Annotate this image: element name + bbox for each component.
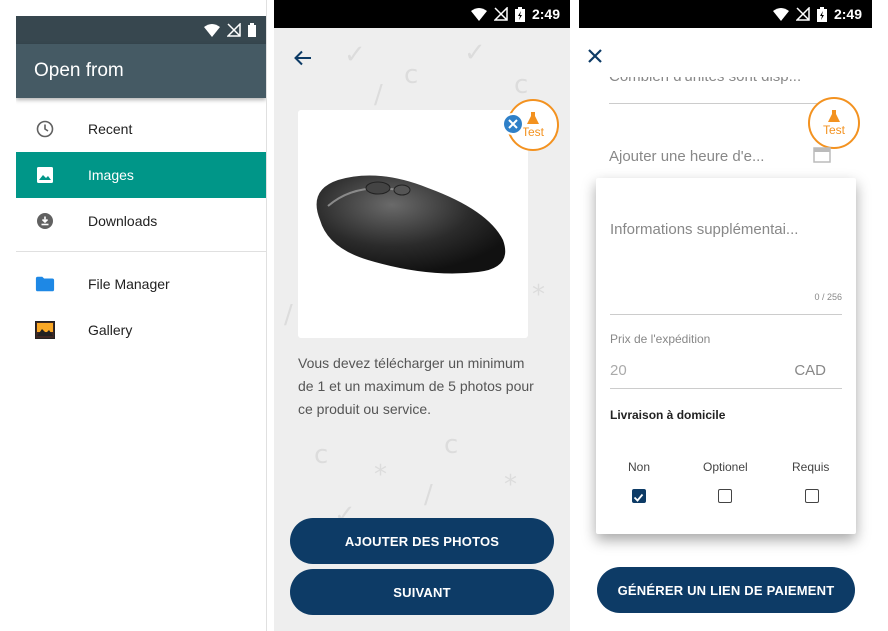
product-photo-card [298, 110, 528, 338]
check-icon [633, 493, 644, 502]
checkbox-requis[interactable] [805, 489, 819, 503]
generate-payment-link-button[interactable]: GÉNÉRER UN LIEN DE PAIEMENT [597, 567, 855, 613]
shipping-price-input[interactable]: 20 [610, 362, 627, 379]
mouse-image [316, 175, 506, 274]
currency-label: CAD [794, 362, 826, 379]
no-signal-icon [493, 7, 508, 21]
shipping-field-underline [610, 388, 842, 389]
drawer-item-label: Recent [88, 121, 133, 137]
drawer-item-file-manager[interactable]: File Manager [16, 261, 266, 307]
drawer-item-downloads[interactable]: Downloads [16, 198, 266, 244]
status-bar: 2:49 [579, 0, 872, 28]
add-photos-button[interactable]: AJOUTER DES PHOTOS [290, 518, 554, 564]
drawer-item-label: Images [88, 167, 134, 183]
drawer-item-label: Gallery [88, 322, 133, 338]
wifi-icon [772, 7, 789, 21]
remove-photo-icon[interactable] [502, 113, 524, 135]
folder-icon [35, 274, 55, 294]
units-field-clip: Combien d'unités sont disp... [609, 77, 839, 91]
top-spacer [16, 0, 266, 16]
drawer-item-label: File Manager [88, 276, 170, 292]
units-field-underline [609, 103, 841, 104]
details-card: Informations supplémentai... 0 / 256 Pri… [596, 178, 856, 534]
option-label-optionel: Optionel [703, 460, 748, 474]
test-badge[interactable]: Test [808, 97, 860, 149]
char-counter: 0 / 256 [814, 292, 842, 302]
image-icon [35, 165, 55, 185]
checkbox-optionel[interactable] [718, 489, 732, 503]
gallery-icon [35, 320, 55, 340]
no-signal-icon [795, 7, 810, 21]
test-badge-label: Test [521, 124, 544, 139]
no-signal-icon [227, 23, 241, 37]
wifi-icon [470, 7, 487, 21]
picker-title: Open from [34, 60, 124, 81]
file-picker-panel: Open from Recent Images Downloads File M… [16, 0, 267, 631]
battery-icon [248, 23, 256, 37]
shipping-price-label: Prix de l'expédition [610, 332, 711, 346]
picker-appbar: Open from [16, 44, 266, 98]
clock-icon [35, 119, 55, 139]
status-time: 2:49 [531, 6, 560, 22]
wifi-icon [204, 23, 220, 37]
option-label-requis: Requis [792, 460, 830, 474]
drawer-item-images[interactable]: Images [16, 152, 266, 198]
battery-icon [514, 6, 525, 22]
test-badge-label: Test [822, 122, 845, 137]
info-field-underline [610, 314, 842, 315]
close-icon[interactable] [587, 44, 603, 70]
drawer-item-recent[interactable]: Recent [16, 106, 266, 152]
download-icon [35, 211, 55, 231]
next-button[interactable]: SUIVANT [290, 569, 554, 615]
status-bar: 2:49 [274, 0, 570, 28]
drawer-divider [16, 251, 266, 252]
photo-upload-panel: 2:49 ✓ c ✓ c / * / c * c * / ✓ Test Vous… [274, 0, 570, 631]
drawer-item-label: Downloads [88, 213, 158, 229]
info-field[interactable]: Informations supplémentai... [610, 221, 798, 238]
option-label-non: Non [628, 460, 651, 474]
home-delivery-title: Livraison à domicile [610, 408, 726, 422]
flask-icon [527, 111, 539, 124]
checkbox-non[interactable] [632, 489, 646, 503]
drawer-item-gallery[interactable]: Gallery [16, 307, 266, 353]
battery-icon [816, 6, 827, 22]
calendar-icon[interactable] [813, 146, 831, 168]
status-bar [16, 16, 266, 44]
flask-icon [828, 109, 840, 122]
units-field[interactable]: Combien d'unités sont disp... [609, 77, 801, 85]
delivery-time-field[interactable]: Ajouter une heure d'e... [609, 148, 764, 165]
upload-instructions: Vous devez télécharger un minimum de 1 e… [298, 355, 534, 417]
payment-form-panel: 2:49 Combien d'unités sont disp... Test … [579, 0, 872, 631]
status-time: 2:49 [833, 6, 862, 22]
back-arrow-icon[interactable] [294, 46, 312, 72]
